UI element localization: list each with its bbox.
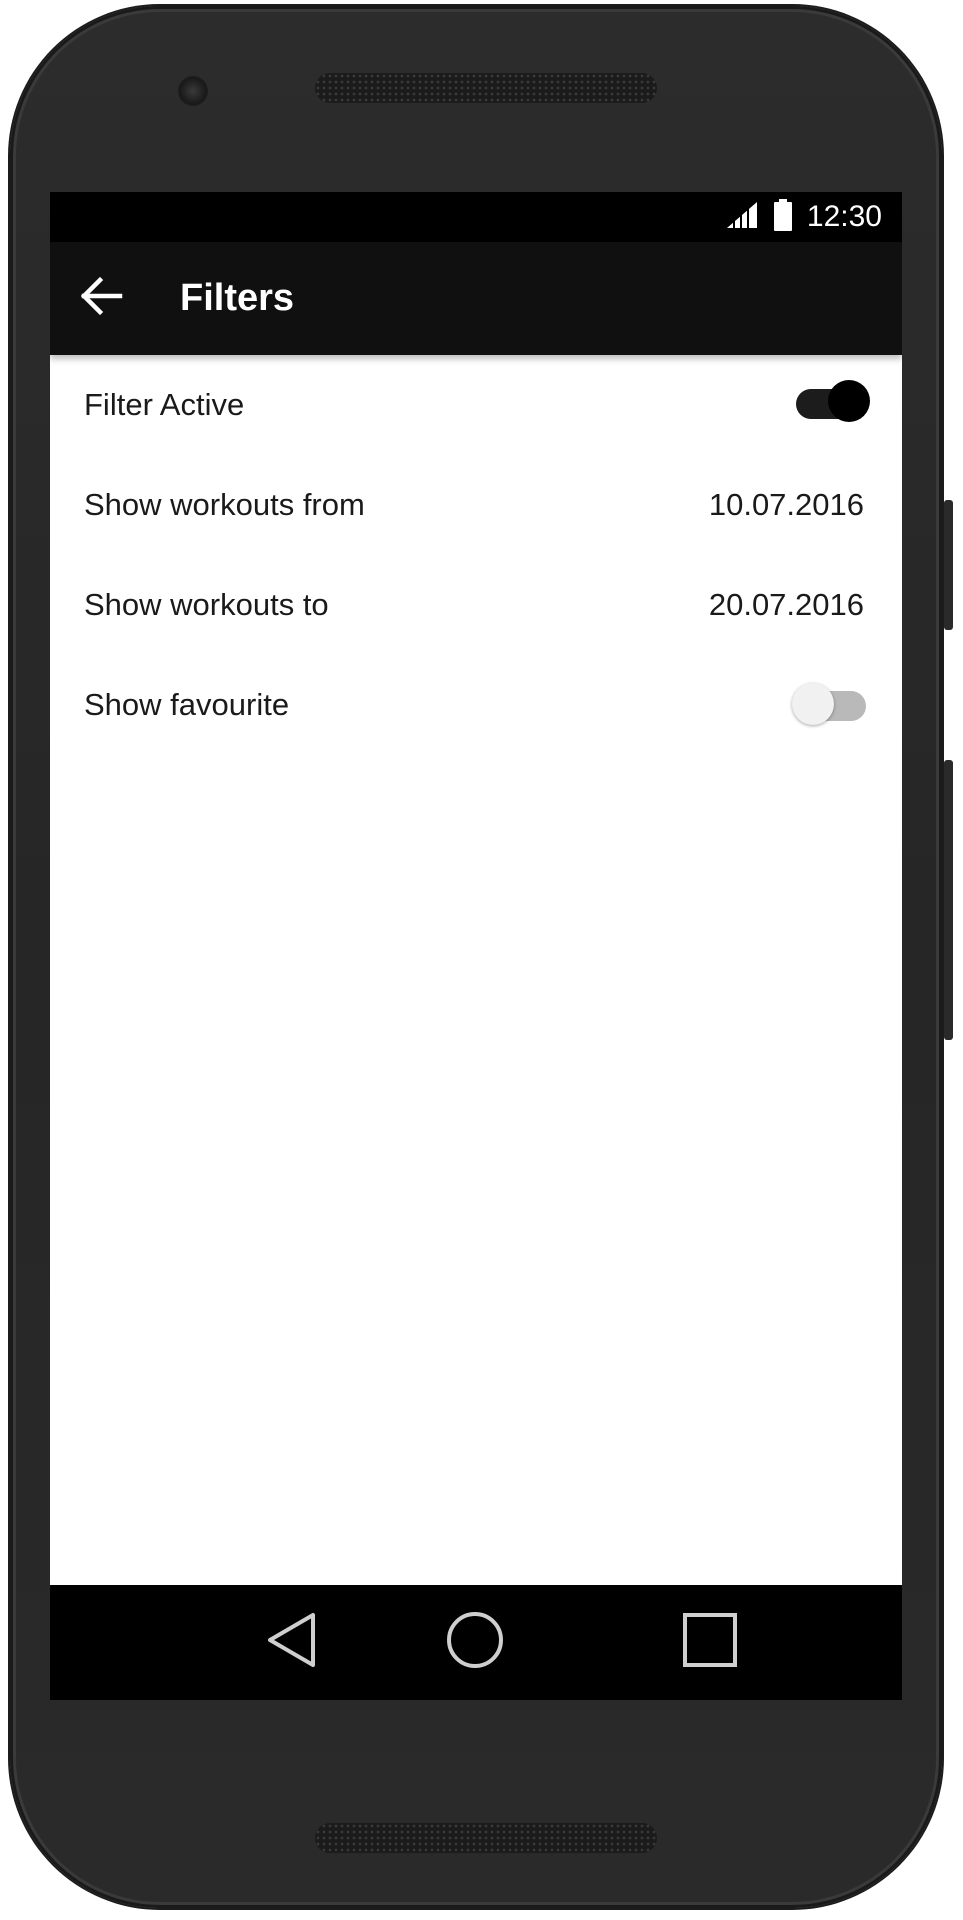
power-button bbox=[944, 500, 953, 630]
nav-back-button[interactable] bbox=[231, 1585, 351, 1700]
navigation-bar bbox=[50, 1585, 902, 1700]
front-camera bbox=[178, 76, 208, 106]
show-from-date[interactable]: 10.07.2016 bbox=[709, 455, 864, 555]
nav-back-triangle-icon bbox=[263, 1610, 319, 1675]
show-favourite-label: Show favourite bbox=[84, 687, 290, 722]
show-from-row[interactable]: Show workouts from 10.07.2016 bbox=[50, 455, 902, 555]
filter-active-row[interactable]: Filter Active bbox=[50, 355, 902, 455]
show-from-label: Show workouts from bbox=[84, 487, 365, 522]
volume-button bbox=[944, 760, 953, 1040]
status-bar: 12:30 bbox=[50, 192, 902, 242]
show-to-row[interactable]: Show workouts to 20.07.2016 bbox=[50, 555, 902, 655]
nav-home-button[interactable] bbox=[415, 1585, 535, 1700]
cell-signal-icon bbox=[725, 199, 759, 235]
switch-thumb bbox=[828, 380, 870, 422]
show-to-label: Show workouts to bbox=[84, 587, 329, 622]
nav-home-circle-icon bbox=[445, 1610, 505, 1675]
show-favourite-row[interactable]: Show favourite bbox=[50, 655, 902, 755]
show-to-date[interactable]: 20.07.2016 bbox=[709, 555, 864, 655]
arrow-back-icon bbox=[80, 274, 124, 323]
filter-active-switch[interactable] bbox=[792, 375, 870, 422]
screen: 12:30 Filters Filter Active Show workout… bbox=[50, 192, 902, 1700]
show-favourite-switch[interactable] bbox=[792, 677, 868, 725]
filter-active-label: Filter Active bbox=[84, 387, 245, 422]
bottom-speaker bbox=[315, 1823, 657, 1853]
battery-icon bbox=[773, 198, 793, 236]
filter-list: Filter Active Show workouts from 10.07.2… bbox=[50, 355, 902, 755]
back-button[interactable] bbox=[76, 272, 128, 324]
earpiece-speaker bbox=[315, 73, 657, 103]
nav-recents-button[interactable] bbox=[650, 1585, 770, 1700]
page-title: Filters bbox=[180, 277, 295, 319]
app-bar: Filters bbox=[50, 242, 902, 355]
switch-thumb bbox=[792, 683, 834, 725]
nav-recents-square-icon bbox=[682, 1612, 738, 1673]
status-time: 12:30 bbox=[806, 200, 882, 233]
